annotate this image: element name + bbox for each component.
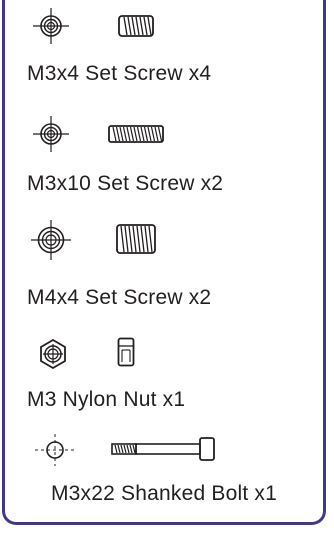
bolt-head-crosshair-icon: [35, 434, 75, 466]
hardware-parts-panel: M3x4 Set Screw x4 M3x10 Set Screw x2 M4x…: [2, 0, 326, 525]
washer-crosshair-icon: [33, 116, 69, 152]
part-label: M3x4 Set Screw x4: [27, 62, 212, 85]
shanked-bolt-icon: [111, 437, 215, 461]
part-label: M3x10 Set Screw x2: [27, 172, 224, 195]
washer-crosshair-icon: [31, 220, 71, 260]
washer-crosshair-icon: [33, 8, 69, 44]
part-label: M3x22 Shanked Bolt x1: [50, 482, 277, 505]
wide-set-screw-icon: [116, 224, 156, 254]
short-set-screw-icon: [118, 15, 154, 37]
part-label: M3 Nylon Nut x1: [27, 388, 186, 411]
long-set-screw-icon: [108, 125, 164, 143]
part-label: M4x4 Set Screw x2: [27, 286, 212, 309]
nylon-nut-side-icon: [117, 337, 135, 367]
hex-nut-icon: [40, 338, 66, 370]
